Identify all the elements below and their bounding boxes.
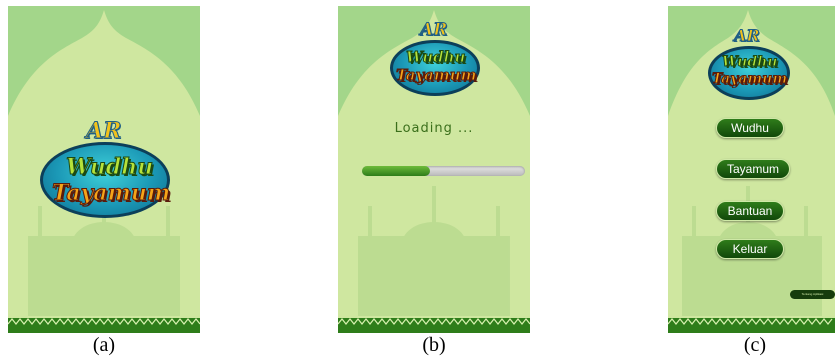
logo-title-tayamum: Tayamum <box>51 180 171 207</box>
loading-label: Loading ... <box>394 121 474 136</box>
loading-progress-bar <box>362 166 525 176</box>
menu-button-keluar[interactable]: Keluar <box>716 239 784 259</box>
logo-title-tayamum: Tayamum <box>396 66 478 85</box>
menu-button-bantuan[interactable]: Bantuan <box>716 201 784 221</box>
loading-progress-fill <box>362 166 431 176</box>
logo-title-wudhu: Wudhu <box>721 54 778 71</box>
menu-button-wudhu[interactable]: Wudhu <box>716 118 784 138</box>
app-logo: AR Wudhu Tayamum <box>388 20 480 100</box>
screen-splash: AR Wudhu Tayamum <box>8 6 200 333</box>
caption-c: (c) <box>743 334 767 356</box>
menu-button-tayamum[interactable]: Tayamum <box>716 159 790 179</box>
logo-ar-mark: AR <box>734 26 761 46</box>
logo-ar-mark: AR <box>419 20 448 41</box>
logo-title-wudhu: Wudhu <box>65 154 154 181</box>
about-button[interactable]: Tentang Aplikasi <box>790 290 835 299</box>
app-logo: AR Wudhu Tayamum <box>38 118 173 218</box>
logo-title-wudhu: Wudhu <box>405 48 466 67</box>
screen-loading: AR Wudhu Tayamum Loading ... <box>338 6 530 333</box>
logo-title-tayamum: Tayamum <box>711 71 788 88</box>
logo-ar-mark: AR <box>85 118 122 145</box>
app-logo: AR Wudhu Tayamum <box>706 26 790 102</box>
caption-b: (b) <box>422 334 446 356</box>
caption-a: (a) <box>92 334 116 356</box>
screen-main-menu: AR Wudhu Tayamum Wudhu Tayamum Bantuan K… <box>668 6 835 333</box>
